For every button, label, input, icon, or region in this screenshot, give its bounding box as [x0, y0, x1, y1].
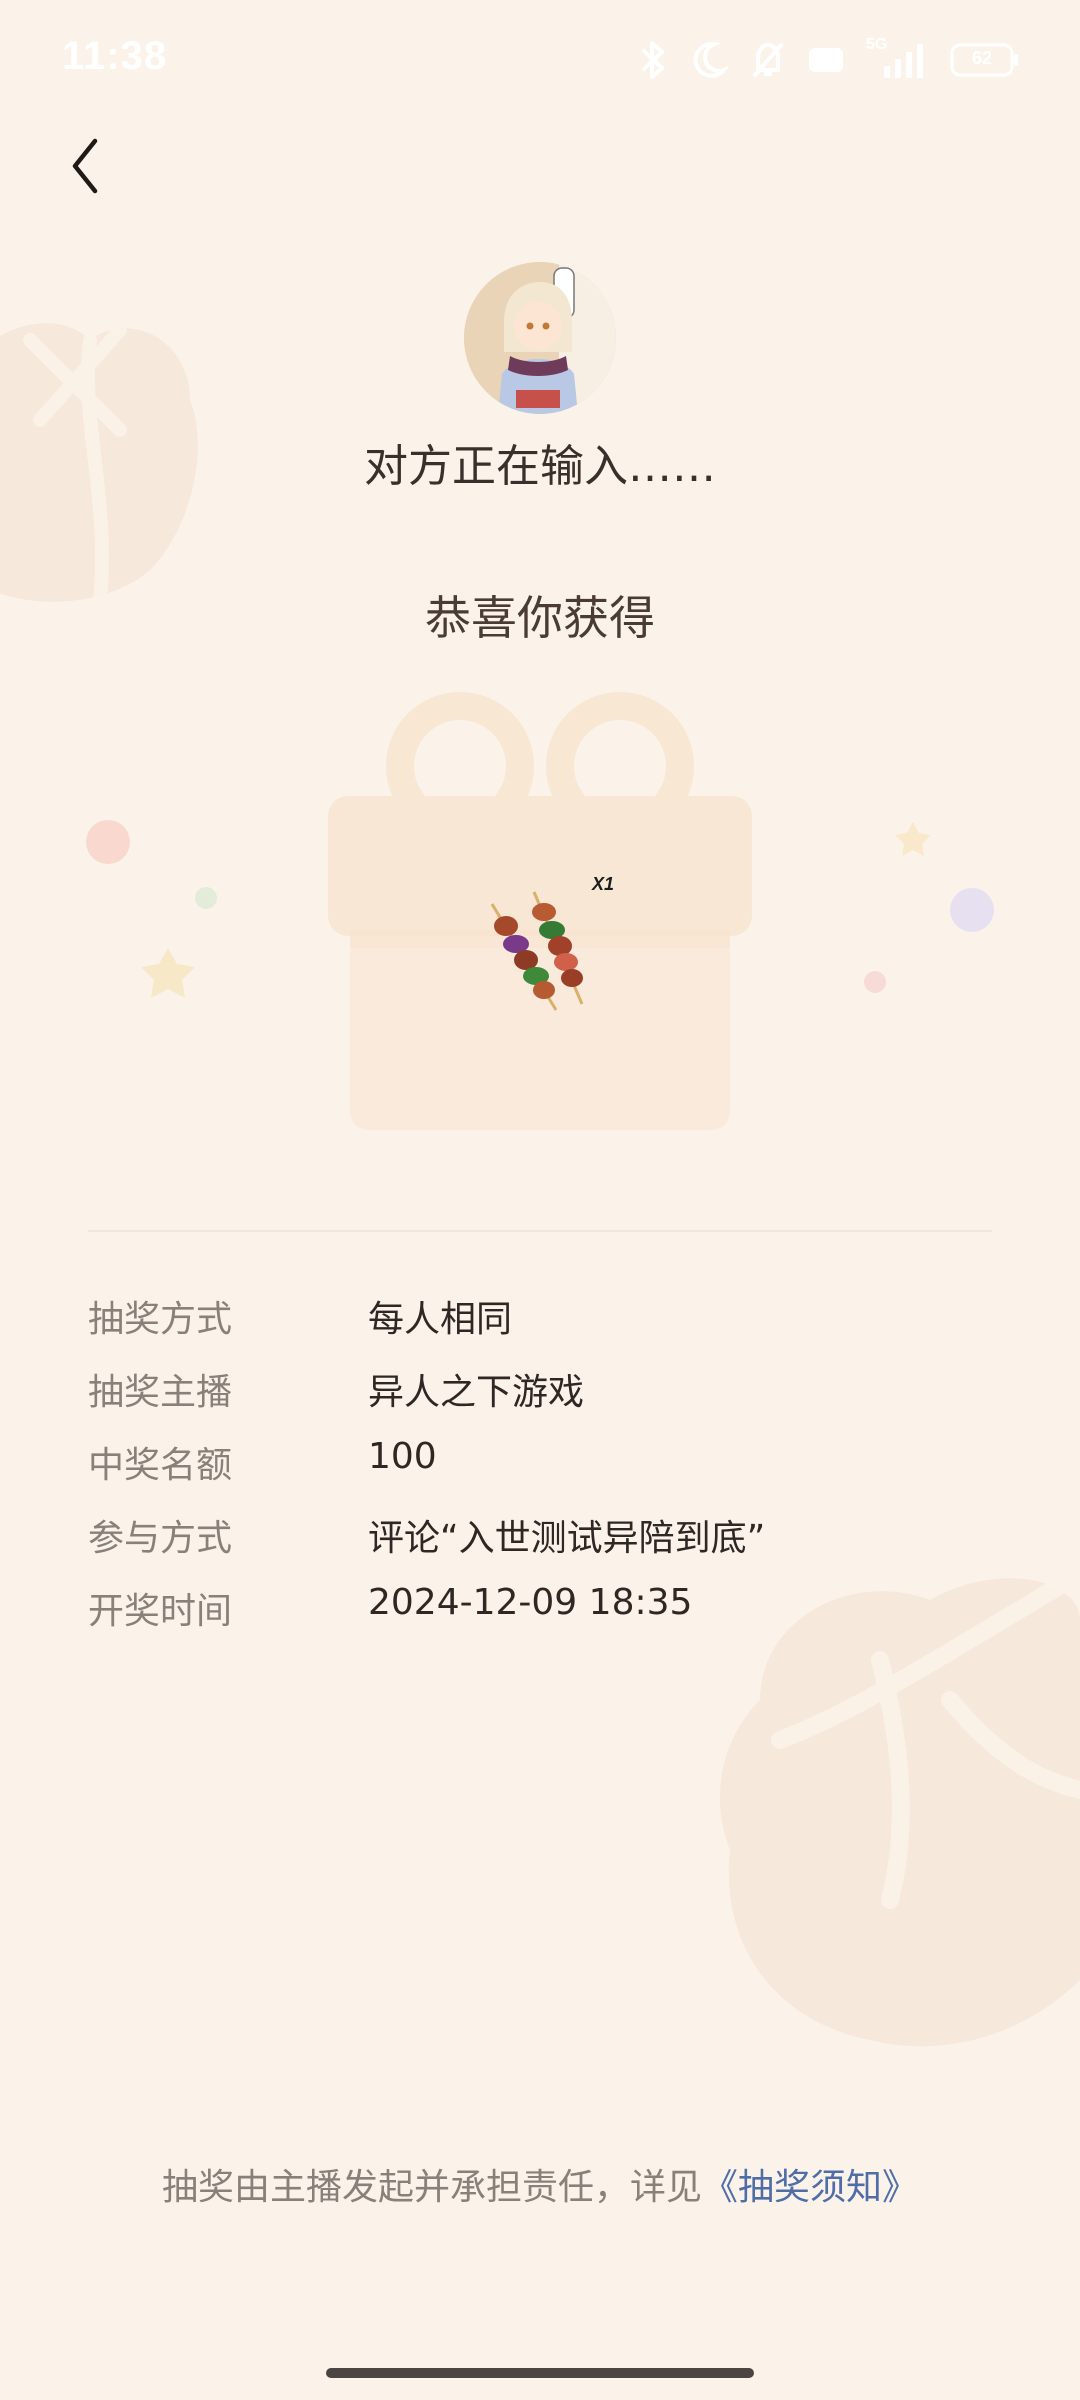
- info-value: 2024-12-09 18:35: [368, 1582, 693, 1623]
- status-icons: 5G 62: [638, 36, 1020, 84]
- info-label: 抽奖主播: [88, 1372, 233, 1413]
- status-bar: 11:38 5G 62: [0, 0, 1080, 120]
- hd-icon: [809, 48, 843, 72]
- divider: [88, 1230, 992, 1232]
- skewer-icon: [490, 891, 584, 1011]
- footer-note: 抽奖由主播发起并承担责任，详见《抽奖须知》: [0, 2158, 1080, 2210]
- info-row-lottery-method: 抽奖方式 每人相同: [88, 1290, 1008, 1363]
- prize-quantity: X1: [592, 874, 615, 894]
- info-row-streamer: 抽奖主播 异人之下游戏: [88, 1363, 1008, 1436]
- info-row-participation: 参与方式 评论“入世测试异陪到底”: [88, 1509, 1008, 1582]
- info-label: 抽奖方式: [88, 1299, 233, 1340]
- lottery-rules-link[interactable]: 《抽奖须知》: [702, 2167, 918, 2208]
- footer-note-text: 抽奖由主播发起并承担责任，详见: [161, 2167, 702, 2208]
- signal-icon: 5G: [866, 36, 928, 80]
- info-value: 100: [368, 1436, 437, 1477]
- home-indicator[interactable]: [326, 2368, 754, 2378]
- info-label: 参与方式: [88, 1518, 233, 1559]
- info-value: 评论“入世测试异陪到底”: [368, 1518, 766, 1559]
- streamer-avatar: [464, 262, 616, 414]
- battery-level: 62: [971, 48, 993, 68]
- moon-icon: [693, 41, 728, 78]
- info-label: 开奖时间: [88, 1591, 233, 1632]
- info-value: 每人相同: [368, 1299, 513, 1340]
- status-time: 11:38: [62, 34, 168, 78]
- lottery-info-list: 抽奖方式 每人相同 抽奖主播 异人之下游戏 中奖名额 100 参与方式 评论“入…: [88, 1290, 1008, 1655]
- info-value: 异人之下游戏: [368, 1372, 585, 1413]
- mute-bell-icon: [752, 42, 784, 78]
- info-row-winner-quota: 中奖名额 100: [88, 1436, 1008, 1509]
- info-row-draw-time: 开奖时间 2024-12-09 18:35: [88, 1582, 1008, 1655]
- info-label: 中奖名额: [88, 1445, 233, 1486]
- battery-icon: 62: [950, 43, 1020, 77]
- typing-status-text: 对方正在输入……: [364, 441, 716, 492]
- congrats-title: 恭喜你获得: [425, 591, 655, 645]
- back-button[interactable]: [40, 120, 130, 210]
- chevron-left-icon: [72, 138, 98, 194]
- bluetooth-icon: [641, 41, 664, 79]
